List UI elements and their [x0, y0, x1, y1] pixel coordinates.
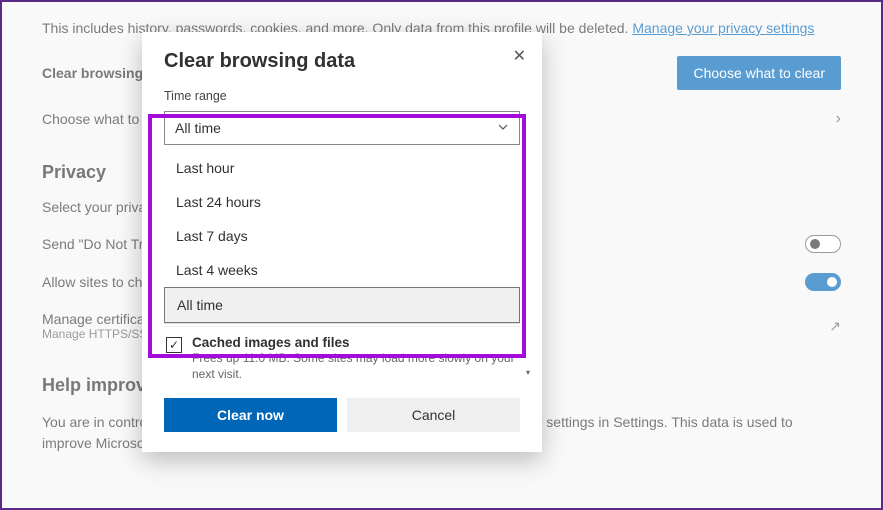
allow-sites-toggle[interactable] [805, 273, 841, 291]
time-range-selected: All time [175, 120, 221, 136]
time-range-dropdown: Last hour Last 24 hours Last 7 days Last… [164, 151, 520, 324]
dnt-toggle[interactable] [805, 235, 841, 253]
scrollbar[interactable]: ▾ [522, 327, 534, 380]
time-range-select[interactable]: All time [164, 111, 520, 145]
clear-now-button[interactable]: Clear now [164, 398, 337, 432]
dialog-title: Clear browsing data [164, 50, 520, 73]
cached-files-title: Cached images and files [192, 335, 518, 350]
close-icon[interactable]: ✕ [509, 42, 530, 70]
cached-files-row[interactable]: ✓ Cached images and files Frees up 11.0 … [164, 326, 520, 380]
option-last-hour[interactable]: Last hour [164, 151, 520, 185]
external-link-icon[interactable]: ↗ [829, 318, 841, 335]
time-range-label: Time range [164, 89, 520, 103]
choose-what-to-clear-button[interactable]: Choose what to clear [677, 56, 841, 90]
chevron-right-icon[interactable]: › [836, 110, 841, 128]
chevron-down-icon [497, 120, 509, 136]
option-last-4-weeks[interactable]: Last 4 weeks [164, 253, 520, 287]
cancel-button[interactable]: Cancel [347, 398, 520, 432]
clear-browsing-dialog: ✕ Clear browsing data Time range All tim… [142, 32, 542, 452]
manage-privacy-link[interactable]: Manage your privacy settings [632, 20, 814, 36]
checkbox-icon[interactable]: ✓ [166, 337, 182, 353]
option-last-7-days[interactable]: Last 7 days [164, 219, 520, 253]
option-all-time[interactable]: All time [164, 287, 520, 323]
cached-files-desc: Frees up 11.0 MB. Some sites may load mo… [192, 350, 518, 380]
option-last-24-hours[interactable]: Last 24 hours [164, 185, 520, 219]
